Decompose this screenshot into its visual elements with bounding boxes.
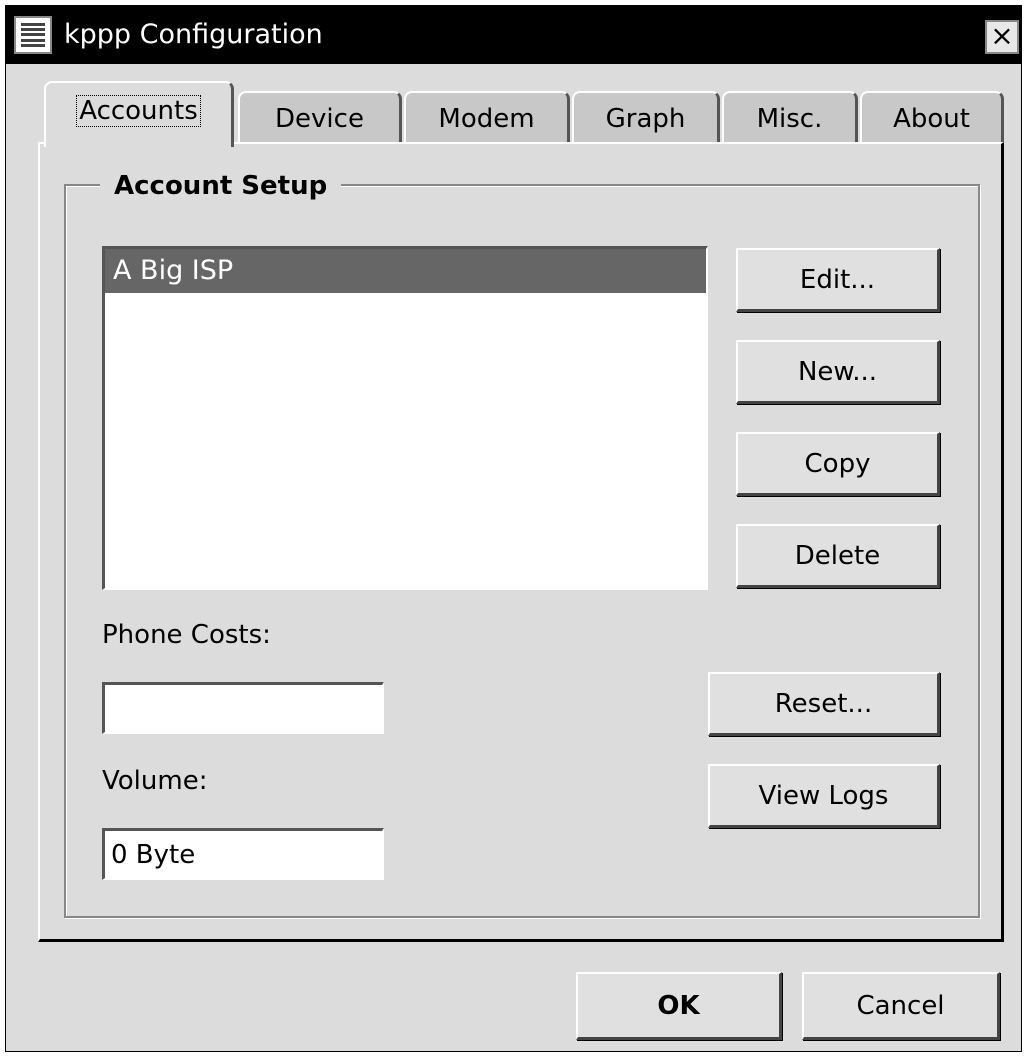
account-setup-title: Account Setup: [100, 166, 342, 206]
accounts-list[interactable]: A Big ISP: [102, 246, 708, 590]
tab-graph-label: Graph: [605, 104, 686, 134]
volume-field[interactable]: 0 Byte: [102, 828, 384, 880]
tab-graph[interactable]: Graph: [572, 91, 720, 143]
kppp-configuration-window: kppp Configuration × Accounts Device Mod…: [5, 5, 1022, 1052]
tab-device[interactable]: Device: [238, 91, 402, 143]
tab-accounts[interactable]: Accounts: [44, 81, 234, 147]
tab-modem[interactable]: Modem: [404, 91, 570, 143]
tab-device-label: Device: [275, 104, 364, 134]
volume-label: Volume:: [102, 766, 208, 796]
close-icon[interactable]: ×: [985, 20, 1019, 54]
tab-accounts-label: Accounts: [76, 95, 201, 127]
tab-misc[interactable]: Misc.: [722, 91, 858, 143]
window-title: kppp Configuration: [64, 19, 323, 50]
tab-modem-label: Modem: [438, 104, 535, 134]
accounts-tab-panel: Account Setup A Big ISP Edit... New... C…: [38, 142, 1004, 942]
copy-button[interactable]: Copy: [736, 432, 940, 496]
cancel-button[interactable]: Cancel: [802, 972, 1000, 1040]
title-bar[interactable]: kppp Configuration ×: [6, 6, 1021, 64]
tab-about[interactable]: About: [860, 91, 1004, 143]
edit-button[interactable]: Edit...: [736, 248, 940, 312]
reset-button[interactable]: Reset...: [708, 672, 940, 736]
delete-button[interactable]: Delete: [736, 524, 940, 588]
account-setup-group: Account Setup A Big ISP Edit... New... C…: [64, 166, 980, 918]
phone-costs-label: Phone Costs:: [102, 620, 271, 650]
tab-about-label: About: [893, 104, 970, 134]
tab-bar: Accounts Device Modem Graph Misc. About: [6, 81, 1021, 147]
new-button[interactable]: New...: [736, 340, 940, 404]
tab-misc-label: Misc.: [756, 104, 823, 134]
phone-costs-field[interactable]: [102, 682, 384, 734]
list-item[interactable]: A Big ISP: [105, 249, 706, 293]
window-menu-icon[interactable]: [14, 16, 52, 54]
view-logs-button[interactable]: View Logs: [708, 764, 940, 828]
ok-button[interactable]: OK: [576, 972, 782, 1040]
